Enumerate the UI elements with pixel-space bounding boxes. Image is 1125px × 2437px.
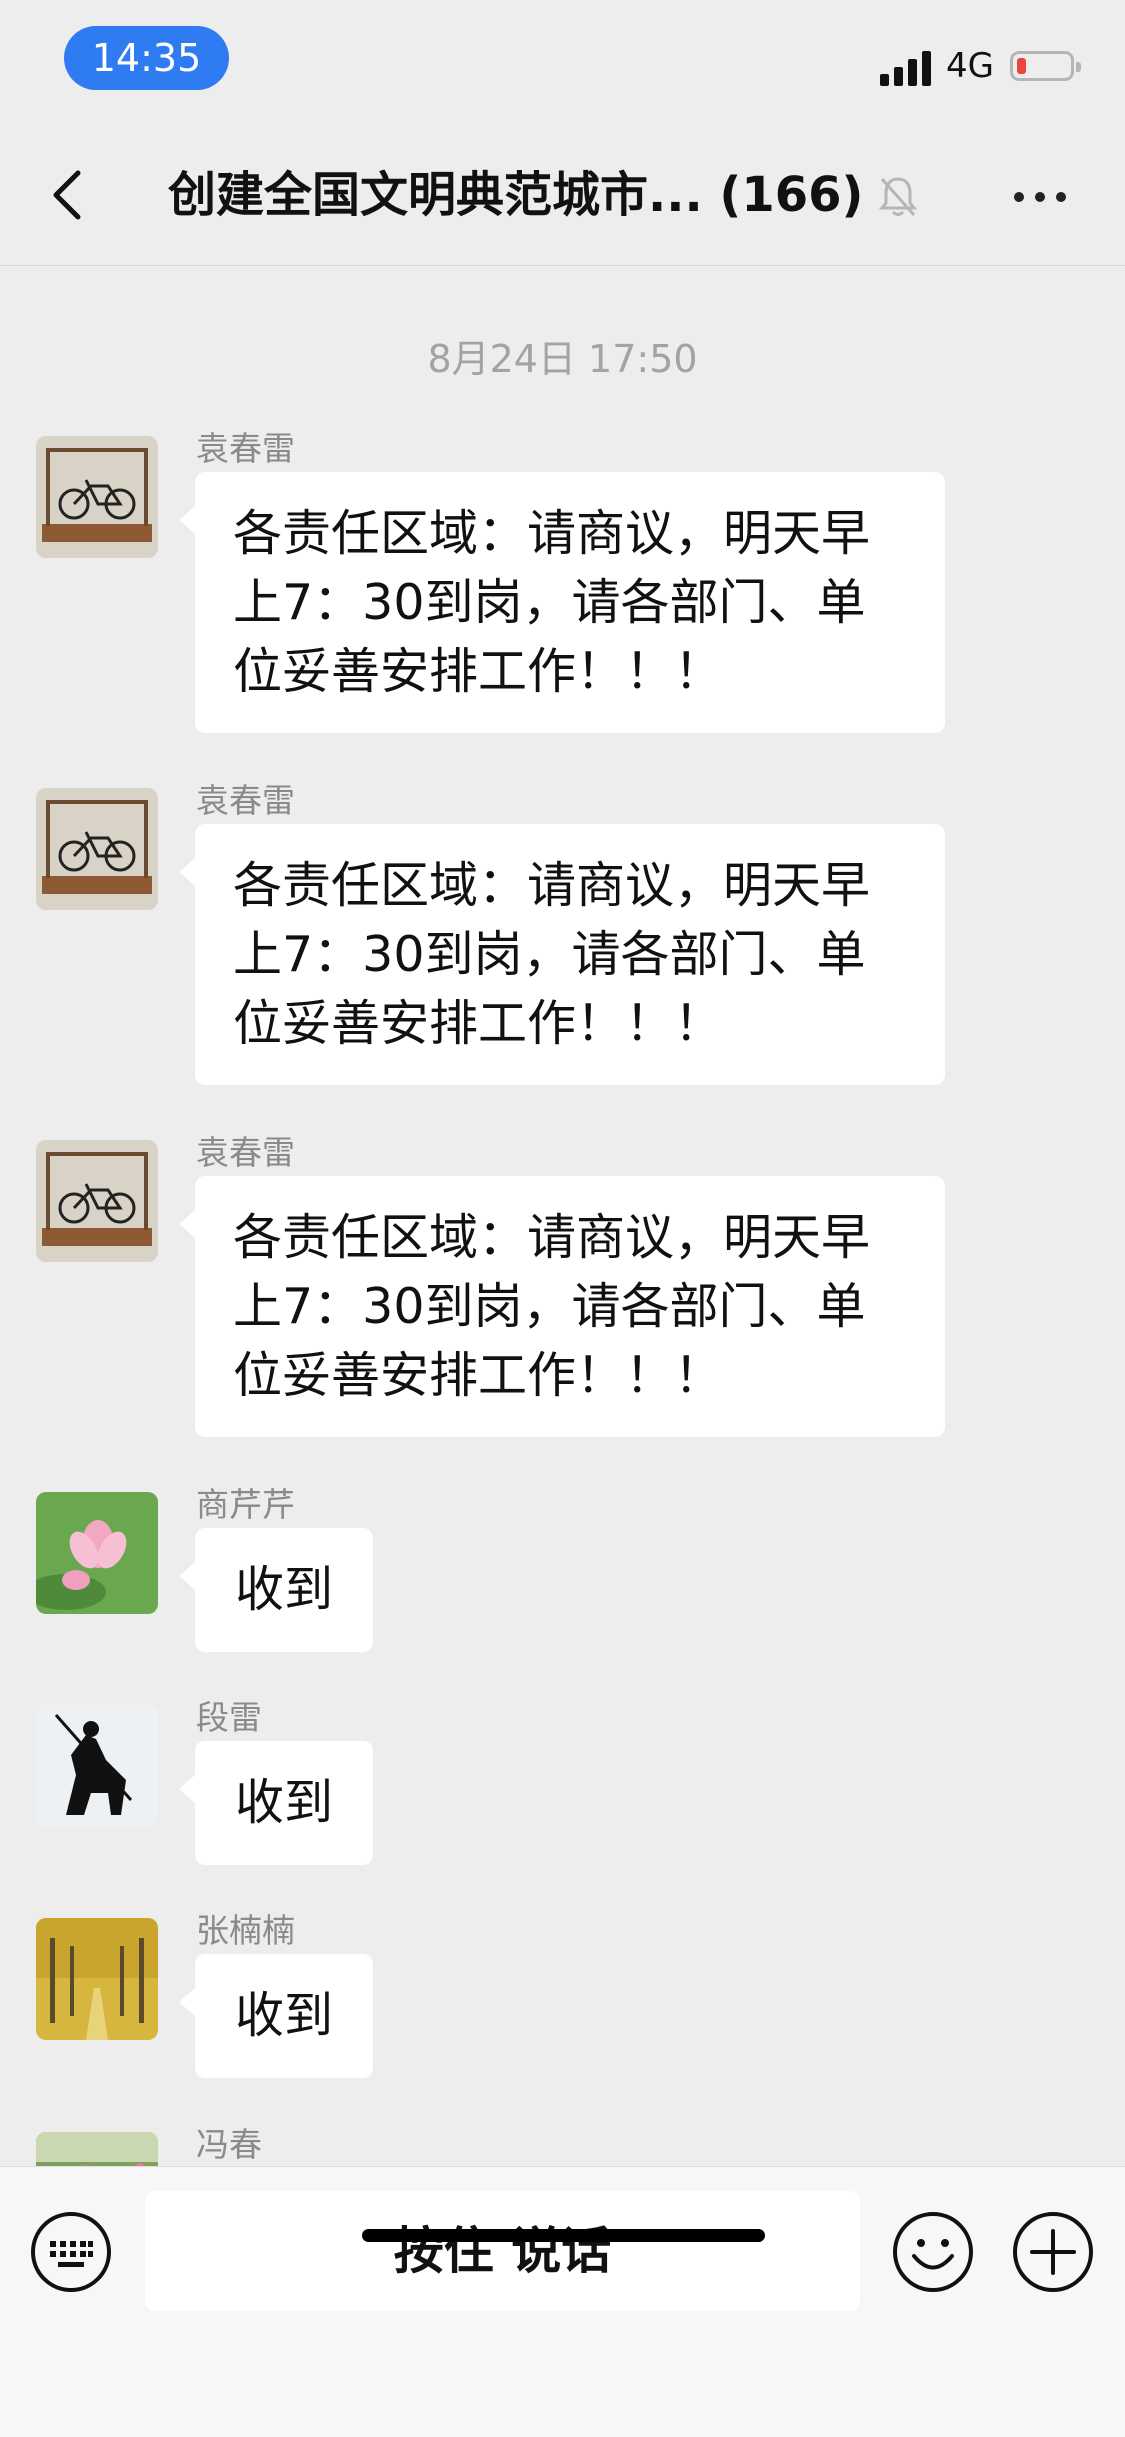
message-line: 各责任区域：请商议，明天早	[233, 1209, 871, 1266]
keyboard-icon[interactable]	[30, 2211, 112, 2293]
message-bubble[interactable]: 收到	[178, 1954, 374, 2078]
message-item: 段雷 收到	[0, 1691, 1125, 1871]
message-line: 上7：30到岗，请各部门、单	[233, 1278, 866, 1335]
lotus-avatar[interactable]	[36, 1492, 158, 1614]
sender-name: 冯春	[196, 2125, 262, 2164]
hold-to-talk-button[interactable]: 按住 说话	[145, 2191, 860, 2311]
flower-field-avatar[interactable]	[36, 2132, 158, 2166]
ginkgo-path-avatar[interactable]	[36, 1918, 158, 2040]
home-indicator[interactable]	[362, 2229, 765, 2242]
network-type: 4G	[946, 46, 994, 86]
message-list[interactable]: 8月24日 17:50 袁春雷 各责任区域：请商议，明天早 上7：30到岗，请各…	[0, 266, 1125, 2166]
message-bubble[interactable]: 收到	[178, 1741, 374, 1865]
sender-name: 袁春雷	[196, 1133, 295, 1172]
message-bubble[interactable]: 收到	[178, 1528, 374, 1652]
rider-silhouette-avatar[interactable]	[36, 1705, 158, 1827]
plus-icon[interactable]	[1012, 2211, 1094, 2293]
message-item: 商芹芹 收到	[0, 1478, 1125, 1658]
message-bubble[interactable]: 各责任区域：请商议，明天早 上7：30到岗，请各部门、单 位妥善安排工作！！！	[179, 824, 945, 1085]
message-item: 张楠楠 收到	[0, 1904, 1125, 2084]
input-bar: 按住 说话	[0, 2166, 1125, 2437]
message-item: 袁春雷 各责任区域：请商议，明天早 上7：30到岗，请各部门、单 位妥善安排工作…	[0, 1126, 1125, 1446]
chat-title: 创建全国文明典范城市... (166)	[168, 167, 864, 223]
message-line: 位妥善安排工作！！！	[233, 643, 724, 700]
message-line: 上7：30到岗，请各部门、单	[233, 926, 866, 983]
bicycle-avatar[interactable]	[36, 788, 158, 910]
sender-name: 袁春雷	[196, 781, 295, 820]
mute-bell-icon	[878, 177, 918, 216]
sender-name: 张楠楠	[196, 1911, 295, 1950]
bicycle-avatar[interactable]	[36, 1140, 158, 1262]
message-bubble[interactable]: 各责任区域：请商议，明天早 上7：30到岗，请各部门、单 位妥善安排工作！！！	[179, 472, 945, 733]
message-line: 上7：30到岗，请各部门、单	[233, 574, 866, 631]
status-time: 14:35	[64, 26, 229, 90]
sender-name: 袁春雷	[196, 429, 295, 468]
battery-icon	[1010, 51, 1081, 81]
sender-name: 商芹芹	[196, 1485, 295, 1524]
message-bubble[interactable]: 各责任区域：请商议，明天早 上7：30到岗，请各部门、单 位妥善安排工作！！！	[179, 1176, 945, 1437]
message-item: 袁春雷 各责任区域：请商议，明天早 上7：30到岗，请各部门、单 位妥善安排工作…	[0, 774, 1125, 1094]
emoji-icon[interactable]	[892, 2211, 974, 2293]
message-item: 袁春雷 各责任区域：请商议，明天早 上7：30到岗，请各部门、单 位妥善安排工作…	[0, 422, 1125, 742]
message-item: 冯春	[0, 2118, 1125, 2166]
bicycle-avatar[interactable]	[36, 436, 158, 558]
sender-name: 段雷	[196, 1698, 262, 1737]
back-chevron-icon[interactable]	[40, 165, 100, 225]
message-line: 位妥善安排工作！！！	[233, 995, 724, 1052]
signal-strength-icon	[880, 50, 936, 86]
message-line: 位妥善安排工作！！！	[233, 1347, 724, 1404]
message-line: 各责任区域：请商议，明天早	[233, 857, 871, 914]
nav-bar: 创建全国文明典范城市... (166)	[0, 130, 1125, 266]
more-options-button[interactable]	[1010, 170, 1070, 220]
message-line: 各责任区域：请商议，明天早	[233, 505, 871, 562]
status-bar: 14:35 4G	[0, 0, 1125, 130]
message-timestamp: 8月24日 17:50	[427, 337, 698, 381]
